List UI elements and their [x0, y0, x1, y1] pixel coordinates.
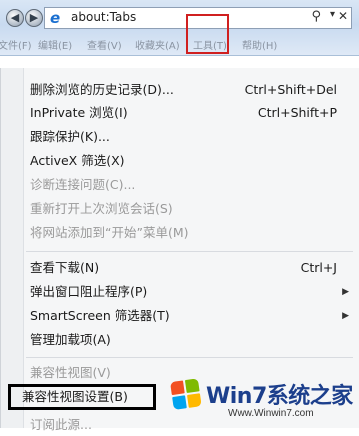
menu-item-label: 将网站添加到“开始”菜单(M): [30, 225, 189, 240]
submenu-arrow-icon: ▶: [342, 287, 349, 297]
menu-item-label: 跟踪保护(K)...: [30, 129, 110, 144]
chevron-down-icon[interactable]: ▾: [330, 9, 335, 20]
menu-item-activex-filter[interactable]: ActiveX 筛选(X): [30, 150, 351, 172]
submenu-arrow-icon: ▶: [342, 311, 349, 321]
ie-logo-icon: e: [50, 9, 61, 27]
menu-help[interactable]: 帮助(H): [242, 37, 277, 52]
menu-separator: [26, 357, 353, 358]
menu-favorites[interactable]: 收藏夹(A): [135, 37, 180, 52]
watermark-url: Www.Winwin7.com: [228, 408, 314, 419]
menu-item-label: 删除浏览的历史记录(D)...: [30, 82, 174, 97]
browser-chrome: ◀ ▶ e about:Tabs ⚲ ▾ ✕ 文件(F) 编辑(E) 查看(V)…: [0, 0, 359, 56]
menu-item-label: 管理加载项(A): [30, 332, 111, 347]
menu-item-smartscreen[interactable]: SmartScreen 筛选器(T) ▶: [30, 305, 351, 327]
back-button[interactable]: ◀: [6, 9, 24, 27]
menu-item-label: 诊断连接问题(C)...: [30, 177, 136, 192]
menu-icon-gutter: [1, 68, 24, 428]
search-icon[interactable]: ⚲: [311, 9, 321, 24]
menu-file[interactable]: 文件(F): [0, 37, 32, 52]
compat-settings-highlight: [8, 384, 156, 410]
close-icon[interactable]: ✕: [338, 9, 348, 23]
menu-item-manage-addons[interactable]: 管理加载项(A): [30, 329, 351, 351]
menu-item-label: 兼容性视图(V): [30, 365, 111, 380]
tools-menu-highlight: [186, 14, 229, 54]
shortcut-text: Ctrl+Shift+Del: [244, 82, 337, 97]
menu-view[interactable]: 查看(V): [87, 37, 122, 52]
shortcut-text: Ctrl+Shift+P: [257, 105, 337, 120]
watermark-brand: Win7系统之家: [206, 384, 353, 409]
menu-item-label: InPrivate 浏览(I): [30, 105, 128, 120]
menu-item-diagnose: 诊断连接问题(C)...: [30, 174, 351, 196]
forward-button[interactable]: ▶: [25, 9, 43, 27]
menu-item-label: 查看下载(N): [30, 260, 100, 275]
menu-item-popup-blocker[interactable]: 弹出窗口阻止程序(P) ▶: [30, 281, 351, 303]
windows-logo-icon: [170, 378, 204, 412]
menu-item-view-downloads[interactable]: 查看下载(N) Ctrl+J: [30, 257, 351, 279]
menu-item-label: 订阅此源...: [30, 417, 92, 432]
menu-item-label: ActiveX 筛选(X): [30, 153, 125, 168]
menu-item-tracking-protection[interactable]: 跟踪保护(K)...: [30, 126, 351, 148]
menu-item-label: 弹出窗口阻止程序(P): [30, 284, 148, 299]
menu-item-reopen-session: 重新打开上次浏览会话(S): [30, 198, 351, 220]
menu-item-inprivate[interactable]: InPrivate 浏览(I) Ctrl+Shift+P: [30, 102, 351, 124]
menu-separator: [26, 251, 353, 252]
menu-item-delete-history[interactable]: 删除浏览的历史记录(D)... Ctrl+Shift+Del: [30, 79, 351, 101]
menu-item-label: SmartScreen 筛选器(T): [30, 308, 170, 323]
address-text[interactable]: about:Tabs: [71, 10, 136, 24]
menu-bar: 文件(F) 编辑(E) 查看(V) 收藏夹(A) 工具(T) 帮助(H): [0, 32, 359, 54]
shortcut-text: Ctrl+J: [300, 260, 337, 275]
menu-item-label: 重新打开上次浏览会话(S): [30, 201, 173, 216]
menu-item-add-to-start: 将网站添加到“开始”菜单(M): [30, 222, 351, 244]
menu-edit[interactable]: 编辑(E): [38, 37, 72, 52]
